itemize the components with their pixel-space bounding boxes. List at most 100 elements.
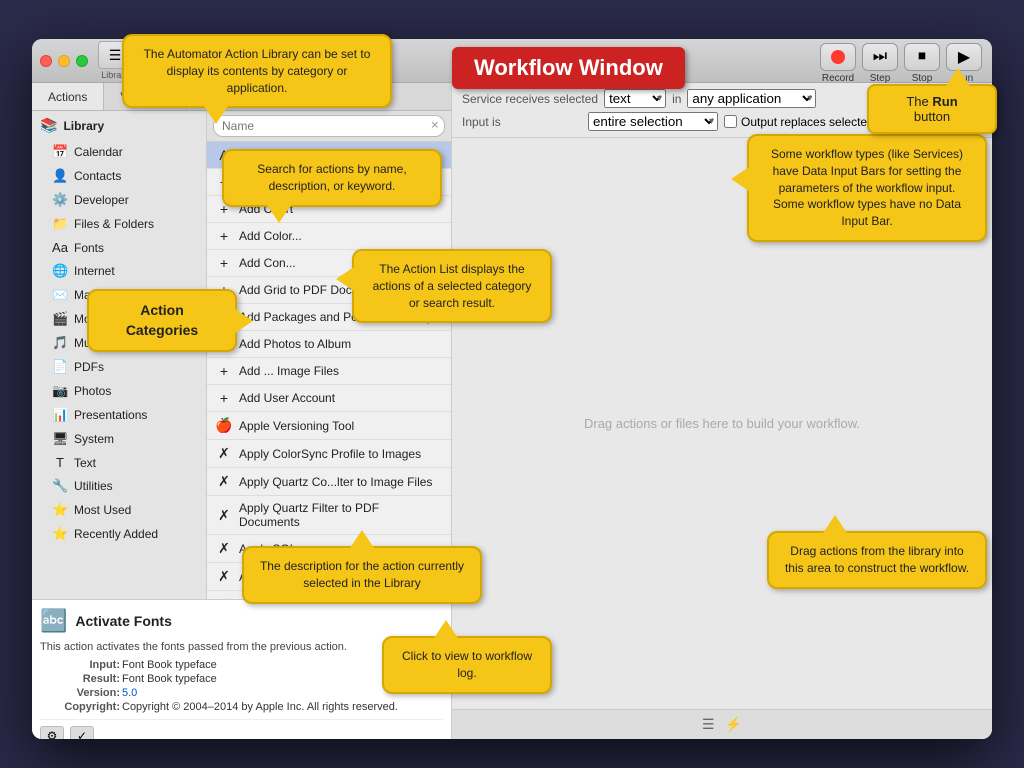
movies-icon: 🎬	[52, 311, 68, 327]
cat-most-used-label: Most Used	[74, 503, 131, 517]
text-select[interactable]: text	[604, 89, 666, 108]
add-color-icon: +	[215, 228, 233, 244]
cat-fonts[interactable]: Aa Fonts	[32, 236, 206, 259]
action-apply-colorsync-label: Apply ColorSync Profile to Images	[239, 447, 421, 461]
action-add-user-label: Add User Account	[239, 391, 335, 405]
cat-developer[interactable]: ⚙️ Developer	[32, 188, 206, 212]
most-used-icon: ⭐	[52, 502, 68, 518]
action-apply-quartz-pdf-label: Apply Quartz Filter to PDF Documents	[239, 501, 443, 529]
action-list-callout: The Action List displays the actions of …	[352, 249, 552, 323]
action-list-callout-text: The Action List displays the actions of …	[373, 262, 532, 310]
app-select-wrapper: any application	[687, 89, 816, 108]
result-label: Result:	[40, 673, 120, 685]
photos-icon: 📷	[52, 383, 68, 399]
categories-panel: 📚 Library 📅 Calendar 👤 Contacts ⚙️	[32, 111, 207, 599]
in-label: in	[672, 92, 681, 106]
cat-internet-label: Internet	[74, 264, 115, 278]
library-callout-text: The Automator Action Library can be set …	[144, 47, 371, 95]
action-apply-colorsync[interactable]: ✗ Apply ColorSync Profile to Images	[207, 440, 451, 468]
log-callout: Click to view to workflow log.	[382, 636, 552, 694]
record-button[interactable]: Record	[820, 43, 856, 84]
desc-check-button[interactable]: ✓	[70, 726, 94, 739]
workflow-placeholder: Drag actions or files here to build your…	[584, 416, 860, 431]
desc-header: 🔤 Activate Fonts	[40, 608, 443, 634]
fonts-icon: Aa	[52, 240, 68, 255]
drag-callout: Drag actions from the library into this …	[767, 531, 987, 589]
cat-files-label: Files & Folders	[74, 217, 154, 231]
record-label: Record	[822, 73, 854, 84]
app-select[interactable]: any application	[687, 89, 816, 108]
cat-presentations[interactable]: 📊 Presentations	[32, 403, 206, 427]
cat-files[interactable]: 📁 Files & Folders	[32, 212, 206, 236]
version-label: Version:	[40, 687, 120, 699]
close-button[interactable]	[40, 55, 52, 67]
search-callout-arrow	[267, 205, 291, 223]
presentations-icon: 📊	[52, 407, 68, 423]
action-add-image-files[interactable]: + Add ... Image Files	[207, 358, 451, 385]
log-callout-text: Click to view to workflow log.	[402, 649, 532, 680]
action-add-photos[interactable]: + Add Photos to Album	[207, 331, 451, 358]
action-add-photos-label: Add Photos to Album	[239, 337, 351, 351]
tab-actions[interactable]: Actions	[32, 83, 104, 110]
cat-system[interactable]: 🖥 System	[32, 427, 206, 451]
cat-most-used[interactable]: ⭐ Most Used	[32, 498, 206, 522]
cat-photos[interactable]: 📷 Photos	[32, 379, 206, 403]
system-icon: 🖥	[52, 431, 68, 447]
categories-header: 📚 Library	[32, 111, 206, 140]
internet-icon: 🌐	[52, 263, 68, 279]
workflow-window-title: Workflow Window	[452, 47, 685, 89]
data-input-callout: Some workflow types (like Services) have…	[747, 134, 987, 242]
library-cat-icon: 📚	[40, 117, 57, 134]
action-add-user[interactable]: + Add User Account	[207, 385, 451, 412]
action-apply-quartz-filter[interactable]: ✗ Apply Quartz Co...lter to Image Files	[207, 468, 451, 496]
run-callout-arrow	[946, 68, 970, 86]
description-callout-arrow	[350, 530, 374, 548]
selection-select-wrapper: entire selection	[588, 112, 718, 131]
maximize-button[interactable]	[76, 55, 88, 67]
cat-text[interactable]: T Text	[32, 451, 206, 474]
cat-calendar-label: Calendar	[74, 145, 123, 159]
log-button[interactable]: ☰	[702, 716, 715, 733]
actions-list: A Activate Fonts + Add Attachment to Fro…	[207, 142, 451, 599]
apple-versioning-icon: 🍎	[215, 417, 233, 434]
cat-utilities-label: Utilities	[74, 479, 113, 493]
input-label: Input:	[40, 659, 120, 671]
calendar-icon: 📅	[52, 144, 68, 160]
step-button[interactable]: ⏭ Step	[862, 43, 898, 84]
action-add-color[interactable]: + Add Color...	[207, 223, 451, 250]
action-apply-quartz-pdf[interactable]: ✗ Apply Quartz Filter to PDF Documents	[207, 496, 451, 535]
cat-pdfs-label: PDFs	[74, 360, 104, 374]
step-label: Step	[870, 73, 891, 84]
step-icon: ⏭	[862, 43, 898, 71]
cat-calendar[interactable]: 📅 Calendar	[32, 140, 206, 164]
stop-label: Stop	[912, 73, 933, 84]
results-button[interactable]: ⚡	[725, 716, 742, 733]
desc-settings-button[interactable]: ⚙	[40, 726, 64, 739]
apply-colorsync-icon: ✗	[215, 445, 233, 462]
selection-select[interactable]: entire selection	[588, 112, 718, 131]
action-add-con-label: Add Con...	[239, 256, 296, 270]
apply-quartz-filter-icon: ✗	[215, 473, 233, 490]
add-image-files-icon: +	[215, 363, 233, 379]
categories-header-label: Library	[63, 119, 104, 133]
cat-system-label: System	[74, 432, 114, 446]
output-replaces-checkbox[interactable]	[724, 115, 737, 128]
action-apple-versioning[interactable]: 🍎 Apple Versioning Tool	[207, 412, 451, 440]
description-callout-text: The description for the action currently…	[260, 559, 464, 590]
categories-callout-text: Action Categories	[126, 302, 198, 338]
developer-icon: ⚙️	[52, 192, 68, 208]
cat-recently-added[interactable]: ⭐ Recently Added	[32, 522, 206, 546]
minimize-button[interactable]	[58, 55, 70, 67]
description-callout: The description for the action currently…	[242, 546, 482, 604]
workflow-bottom-bar: ☰ ⚡	[452, 709, 992, 739]
input-is-label: Input is	[462, 115, 582, 129]
cat-contacts[interactable]: 👤 Contacts	[32, 164, 206, 188]
cat-utilities[interactable]: 🔧 Utilities	[32, 474, 206, 498]
search-input[interactable]	[213, 115, 445, 137]
search-clear-button[interactable]: ✕	[431, 121, 439, 132]
cat-pdfs[interactable]: 📄 PDFs	[32, 355, 206, 379]
stop-button[interactable]: ⏹ Stop	[904, 43, 940, 84]
add-con-icon: +	[215, 255, 233, 271]
cat-internet[interactable]: 🌐 Internet	[32, 259, 206, 283]
apply-sql-icon: ✗	[215, 540, 233, 557]
